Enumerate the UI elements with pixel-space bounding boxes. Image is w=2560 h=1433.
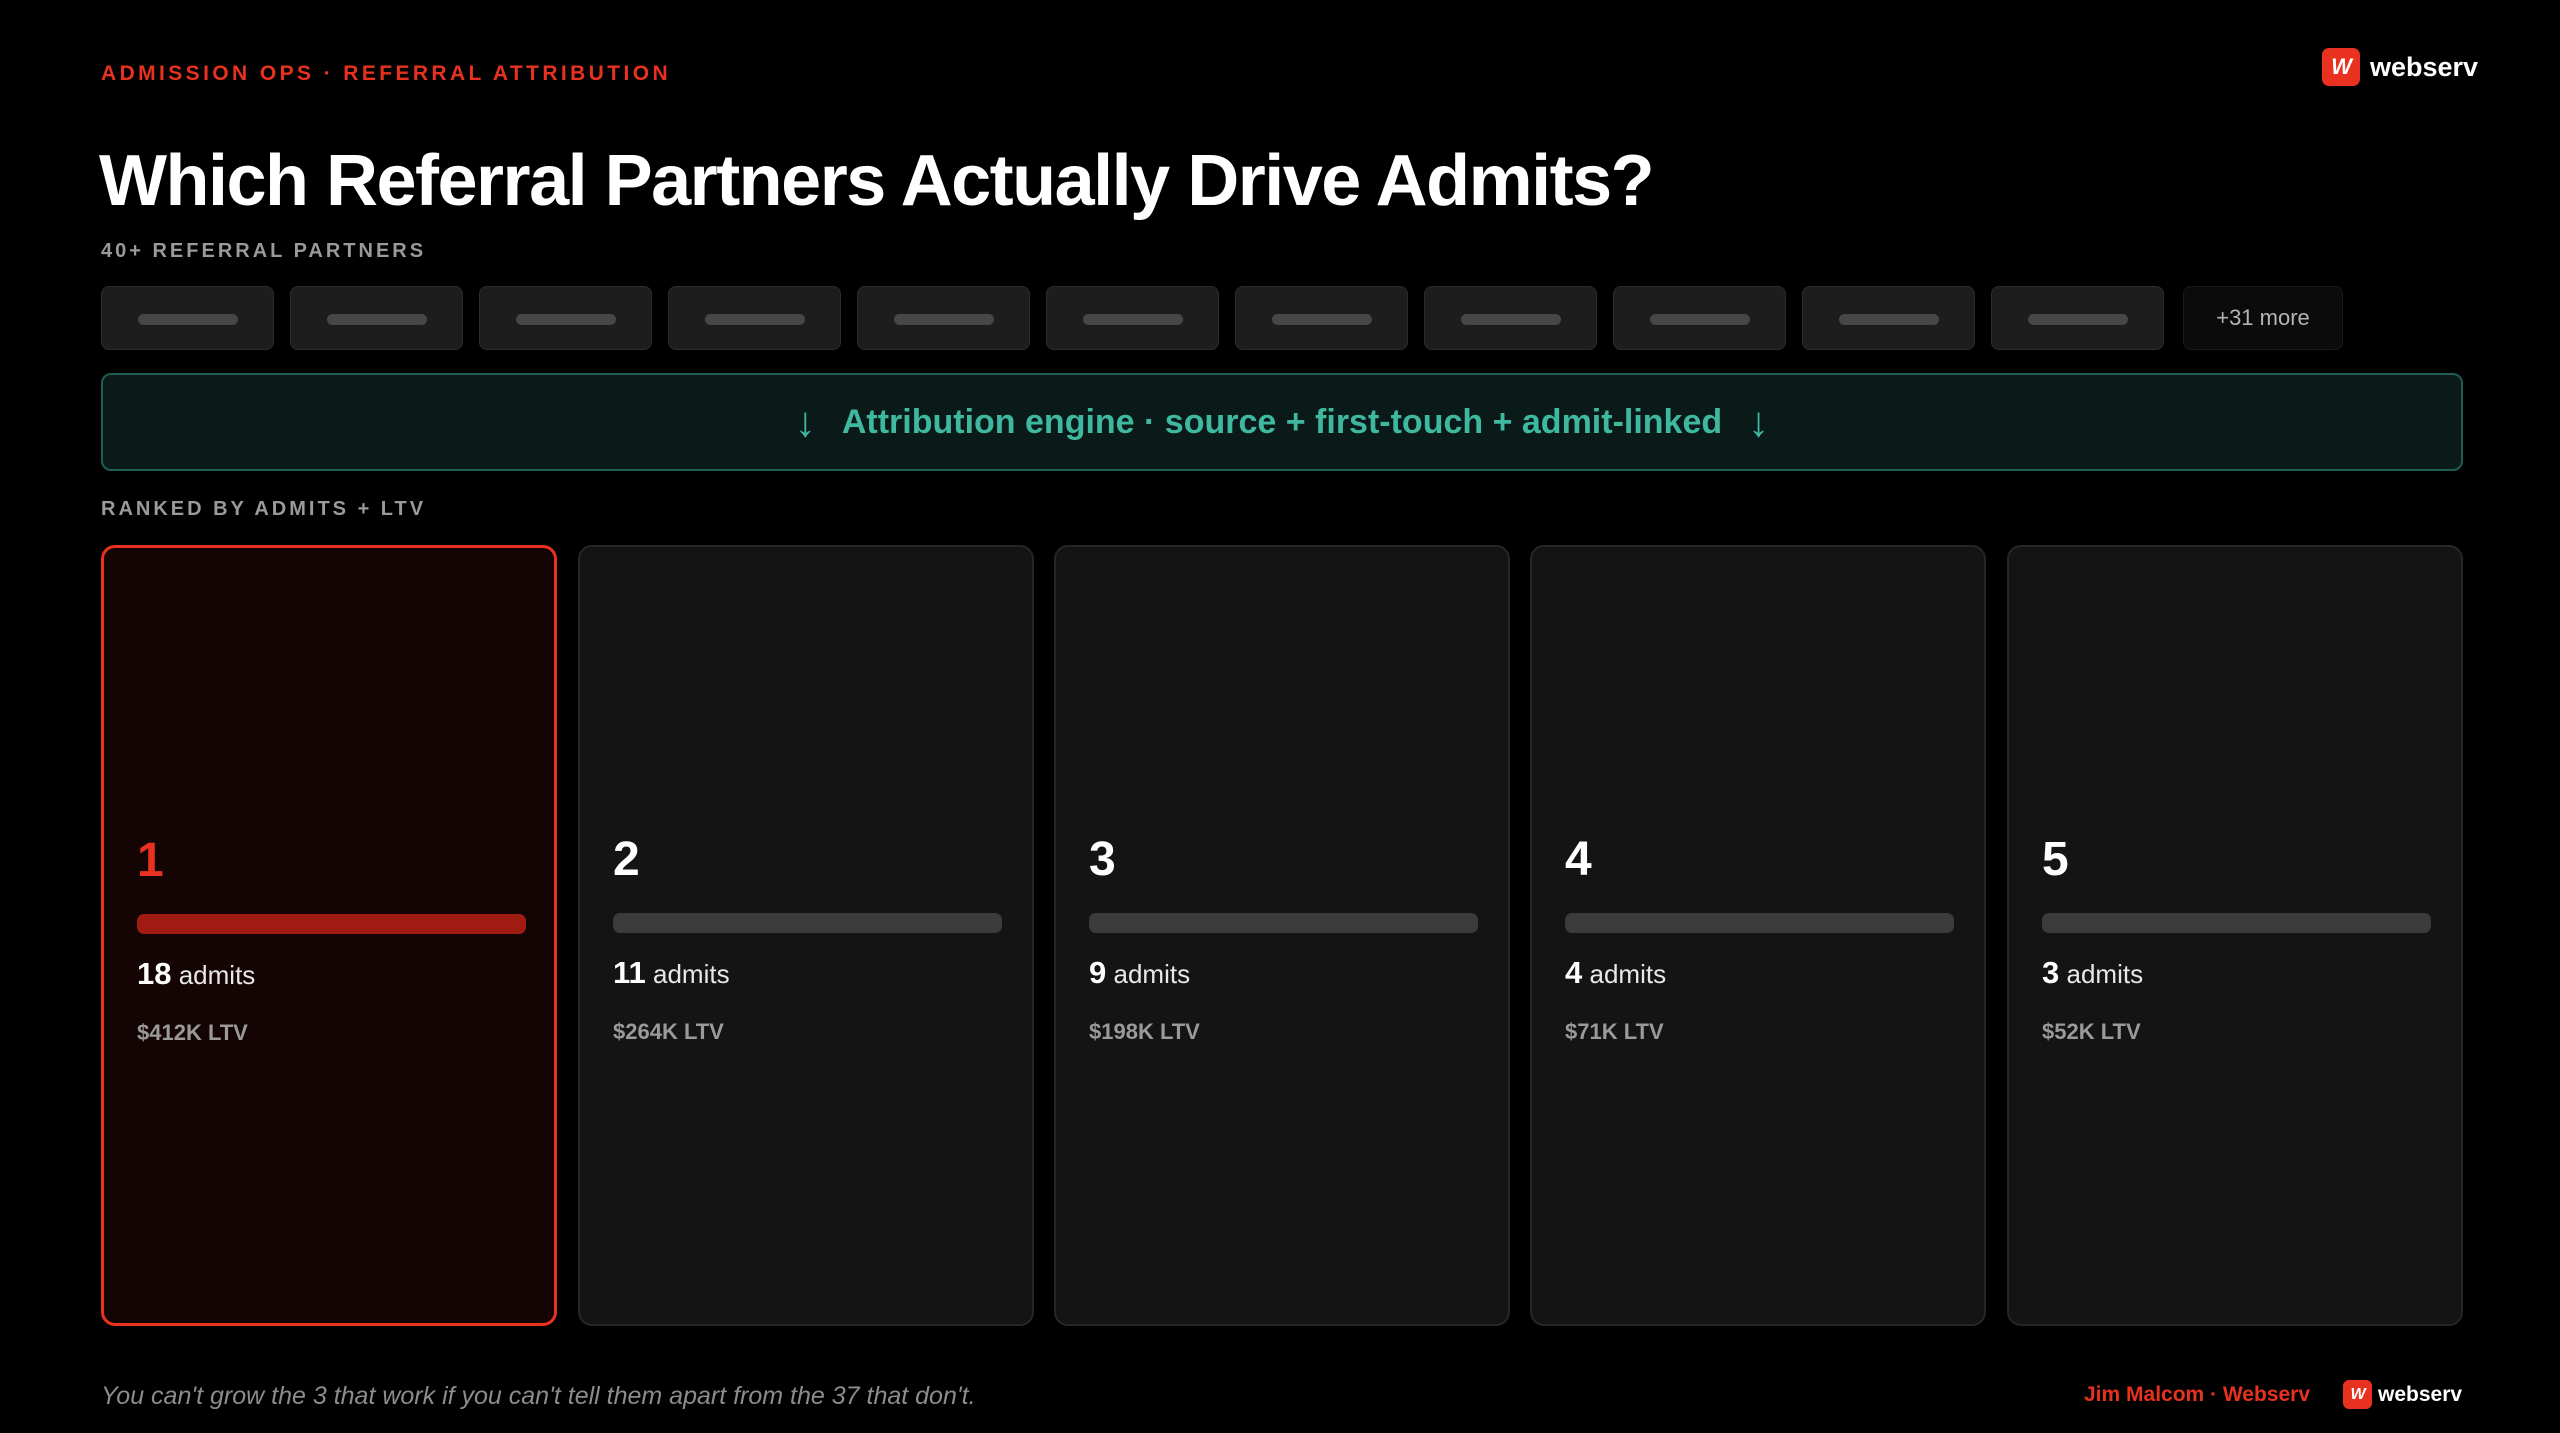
rank-bar <box>2042 913 2431 933</box>
admits-count: 11 admits <box>613 955 730 991</box>
partner-rank-card[interactable]: 2 11 admits $264K LTV <box>578 545 1034 1326</box>
footnote: You can't grow the 3 that work if you ca… <box>101 1382 976 1410</box>
admits-unit: admits <box>1113 959 1191 989</box>
partner-rank-card[interactable]: 5 3 admits $52K LTV <box>2007 545 2463 1326</box>
partner-chip <box>1802 286 1975 350</box>
admits-value: 11 <box>613 955 646 990</box>
admits-value: 3 <box>2042 955 2060 990</box>
ranked-label: RANKED BY ADMITS + LTV <box>101 498 427 520</box>
admits-count: 3 admits <box>2042 955 2143 991</box>
author-byline: Jim Malcom · Webserv <box>2084 1383 2311 1406</box>
admits-value: 4 <box>1565 955 1583 990</box>
admits-unit: admits <box>2066 959 2144 989</box>
partner-chip-placeholder <box>705 314 805 325</box>
footer-brand-logo: W webserv <box>2343 1380 2462 1409</box>
arrow-down-icon: ↓ <box>1748 398 1770 445</box>
brand-wordmark: webserv <box>2378 1382 2463 1406</box>
attribution-engine-text: Attribution engine · source + first-touc… <box>841 402 1723 441</box>
partner-chip <box>479 286 652 350</box>
rank-number: 5 <box>2042 833 2069 886</box>
admits-count: 18 admits <box>137 956 255 992</box>
rank-bar <box>1089 913 1478 933</box>
ltv-value: $264K LTV <box>613 1019 724 1044</box>
admits-count: 9 admits <box>1089 955 1190 991</box>
partner-chip <box>1424 286 1597 350</box>
ltv-value: $412K LTV <box>137 1020 248 1045</box>
partner-rank-card[interactable]: 1 18 admits $412K LTV <box>101 545 557 1326</box>
partner-chip-placeholder <box>1839 314 1939 325</box>
partner-chip-placeholder <box>138 314 238 325</box>
admits-count: 4 admits <box>1565 955 1666 991</box>
admits-value: 9 <box>1089 955 1107 990</box>
partner-chip <box>1991 286 2164 350</box>
attribution-engine-banner: ↓ Attribution engine · source + first-to… <box>101 373 2463 471</box>
partner-rank-card[interactable]: 4 4 admits $71K LTV <box>1530 545 1986 1326</box>
admits-value: 18 <box>137 956 172 991</box>
eyebrow-label: ADMISSION OPS · REFERRAL ATTRIBUTION <box>101 62 672 85</box>
webserv-logo-icon: W <box>2343 1380 2372 1409</box>
partner-chip <box>290 286 463 350</box>
more-partners-chip[interactable]: +31 more <box>2183 286 2343 350</box>
partner-chip-placeholder <box>327 314 427 325</box>
rank-number: 3 <box>1089 833 1116 886</box>
rank-bar <box>137 914 526 934</box>
brand-logo: W webserv <box>2322 48 2478 86</box>
partner-rank-card[interactable]: 3 9 admits $198K LTV <box>1054 545 1510 1326</box>
ltv-value: $198K LTV <box>1089 1019 1200 1044</box>
webserv-logo-icon: W <box>2322 48 2360 86</box>
rank-number: 2 <box>613 833 640 886</box>
partner-chip-placeholder <box>1650 314 1750 325</box>
rank-bar <box>1565 913 1954 933</box>
admits-unit: admits <box>178 960 256 990</box>
partner-chip <box>1613 286 1786 350</box>
partner-chip-placeholder <box>1461 314 1561 325</box>
arrow-down-icon: ↓ <box>794 398 816 445</box>
page-title: Which Referral Partners Actually Drive A… <box>99 141 1655 221</box>
partner-chip <box>101 286 274 350</box>
partner-chip <box>1046 286 1219 350</box>
partner-chip-placeholder <box>2028 314 2128 325</box>
partners-label: 40+ REFERRAL PARTNERS <box>101 240 427 262</box>
partner-chip <box>1235 286 1408 350</box>
ltv-value: $52K LTV <box>2042 1019 2141 1044</box>
rank-number: 1 <box>137 834 164 887</box>
partner-chip-placeholder <box>1272 314 1372 325</box>
brand-wordmark: webserv <box>2370 51 2479 82</box>
rank-number: 4 <box>1565 833 1592 886</box>
partner-chip-placeholder <box>516 314 616 325</box>
rank-bar <box>613 913 1002 933</box>
partner-chip <box>668 286 841 350</box>
admits-unit: admits <box>1589 959 1667 989</box>
partner-chip-placeholder <box>1083 314 1183 325</box>
partner-chip <box>857 286 1030 350</box>
partner-chip-placeholder <box>894 314 994 325</box>
ltv-value: $71K LTV <box>1565 1019 1664 1044</box>
admits-unit: admits <box>653 959 730 989</box>
